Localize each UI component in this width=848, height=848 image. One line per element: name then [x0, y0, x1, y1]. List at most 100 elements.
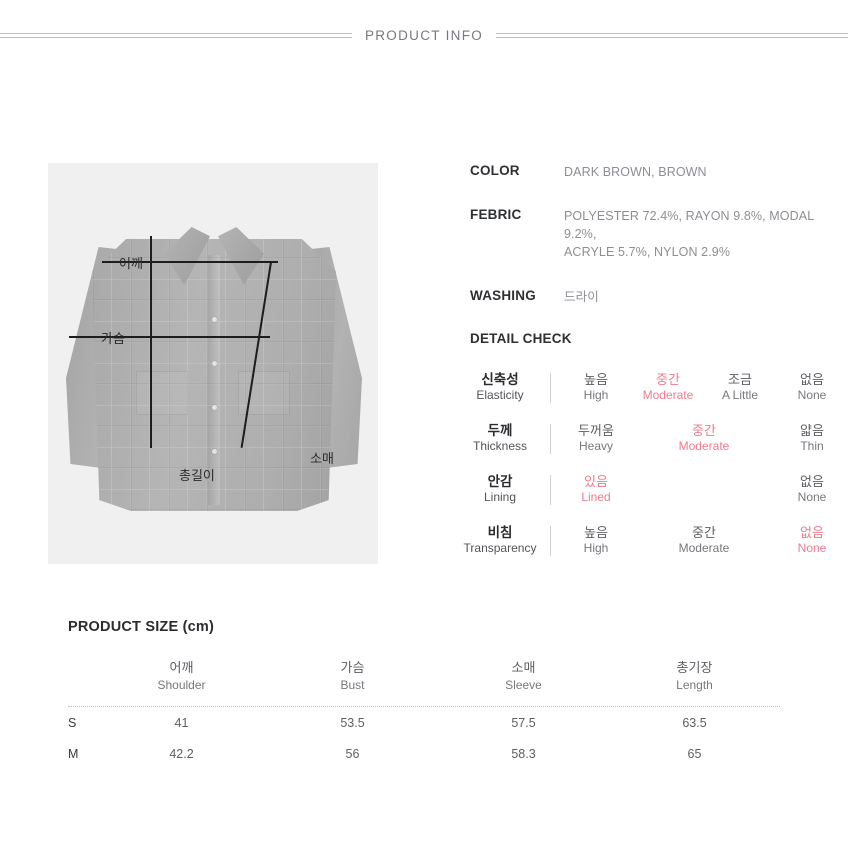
option-label-ko: 조금 — [728, 372, 752, 388]
detail-check-option: 높음 High — [560, 372, 632, 402]
size-column-header-ko: 어깨 — [169, 660, 194, 675]
option-label-en: Thin — [800, 439, 824, 454]
option-label-en: High — [583, 541, 609, 556]
detail-check-options: 두꺼움 Heavy 중간 Moderate 얇음 Thin — [560, 423, 848, 453]
detail-check-row: 비침 Transparency 높음 High 중간 Moderate 없음 None — [460, 515, 848, 566]
detail-check-separator — [540, 423, 560, 454]
option-label-ko: 중간 — [692, 525, 716, 541]
size-table-row: S 41 53.5 57.5 63.5 — [68, 707, 780, 738]
size-value: 63.5 — [682, 715, 707, 730]
detail-check-option-empty — [704, 474, 776, 504]
attribute-key: FEBRIC — [470, 207, 522, 223]
product-info-page: PRODUCT INFO 어깨 가슴 총길이 소매 COLOR DARK BRO… — [0, 0, 848, 848]
detail-check-label-en: Lining — [483, 490, 517, 505]
garment-button — [212, 317, 217, 322]
detail-check-options: 높음 High 중간 Moderate 없음 None — [560, 525, 848, 555]
size-value: 58.3 — [511, 746, 536, 761]
garment-button — [212, 405, 217, 410]
detail-check-label-ko: 두께 — [487, 422, 513, 438]
garment-button — [212, 449, 217, 454]
detail-check-label-en: Elasticity — [476, 388, 524, 403]
option-label-en: None — [797, 541, 827, 556]
detail-check-label-ko: 안감 — [487, 473, 513, 489]
measure-line-length — [150, 236, 152, 448]
detail-check-option-empty — [632, 474, 704, 504]
attribute-key: COLOR — [470, 163, 520, 178]
detail-check-option: 조금 A Little — [704, 372, 776, 402]
detail-check-options: 있음 Lined 없음 None — [560, 474, 848, 504]
detail-check-label: 안감 Lining — [460, 474, 540, 505]
option-label-en: A Little — [721, 388, 759, 403]
attribute-row-washing: WASHING 드라이 — [470, 288, 848, 306]
option-label-en: None — [797, 490, 827, 505]
option-label-en: Moderate — [678, 541, 730, 556]
size-column-header: 어깨 Shoulder — [96, 660, 267, 693]
size-column-header-en: Sleeve — [505, 677, 542, 692]
detail-check-option: 높음 High — [560, 525, 632, 555]
option-label-en: Moderate — [642, 388, 694, 403]
option-label-en: None — [797, 388, 827, 403]
measure-label-bust: 가슴 — [101, 332, 125, 347]
size-table-row: M 42.2 56 58.3 65 — [68, 738, 780, 769]
detail-check-option: 없음 None — [776, 474, 848, 504]
option-label-ko: 중간 — [656, 372, 680, 388]
size-table-header: 어깨 Shoulder 가슴 Bust 소매 Sleeve 총기장 Length — [68, 660, 780, 706]
option-label-en: Lined — [581, 490, 611, 505]
detail-check-separator — [540, 525, 560, 556]
detail-check-option: 두꺼움 Heavy — [560, 423, 632, 453]
detail-check-table: 신축성 Elasticity 높음 High 중간 Moderate 조금 A Little 없… — [460, 362, 848, 566]
detail-check-label-ko: 신축성 — [481, 371, 519, 387]
detail-check-label: 비침 Transparency — [460, 525, 540, 556]
header-rule-left — [0, 33, 352, 38]
measure-label-shoulder: 어깨 — [119, 257, 143, 272]
attribute-value: POLYESTER 72.4%, RAYON 9.8%, MODAL 9.2%,… — [564, 209, 814, 260]
header-rule-right — [496, 33, 848, 38]
option-label-ko: 높음 — [584, 525, 608, 541]
attribute-value: DARK BROWN, BROWN — [564, 165, 707, 179]
detail-check-option: 있음 Lined — [560, 474, 632, 504]
size-header-spacer — [68, 660, 96, 693]
detail-check-label-en: Transparency — [463, 541, 537, 556]
size-column-header: 총기장 Length — [609, 660, 780, 693]
detail-check-label-en: Thickness — [472, 439, 528, 454]
garment-button — [212, 361, 217, 366]
product-attributes: COLOR DARK BROWN, BROWN FEBRIC POLYESTER… — [470, 163, 848, 332]
size-value: 56 — [345, 746, 360, 761]
option-label-ko: 없음 — [800, 372, 824, 388]
attribute-key: WASHING — [470, 287, 536, 303]
option-label-ko: 얇음 — [800, 423, 824, 439]
product-photo: 어깨 가슴 총길이 소매 — [48, 163, 378, 564]
option-label-ko: 없음 — [800, 474, 824, 490]
size-column-header-ko: 총기장 — [676, 660, 713, 675]
measure-line-bust — [69, 336, 270, 338]
size-column-header-ko: 가슴 — [340, 660, 365, 675]
detail-check-option: 얇음 Thin — [776, 423, 848, 453]
size-column-header-ko: 소매 — [511, 660, 536, 675]
option-label-ko: 있음 — [584, 474, 608, 490]
detail-check-option: 중간 Moderate — [632, 525, 776, 555]
detail-check-options: 높음 High 중간 Moderate 조금 A Little 없음 None — [560, 372, 848, 402]
detail-check-option: 중간 Moderate — [632, 372, 704, 402]
size-value: 41 — [174, 715, 189, 730]
attribute-value: 드라이 — [564, 289, 599, 304]
size-column-header: 소매 Sleeve — [438, 660, 609, 693]
detail-check-label: 신축성 Elasticity — [460, 372, 540, 403]
size-column-header-en: Length — [676, 677, 713, 692]
product-size-title: PRODUCT SIZE (cm) — [68, 619, 214, 635]
section-header: PRODUCT INFO — [0, 28, 848, 43]
size-value: 57.5 — [511, 715, 536, 730]
size-table-body: S 41 53.5 57.5 63.5 M 42.2 56 58.3 65 — [68, 707, 780, 769]
detail-check-option: 없음 None — [776, 372, 848, 402]
detail-check-label: 두께 Thickness — [460, 423, 540, 454]
garment-pocket-left — [136, 371, 188, 415]
detail-check-separator — [540, 372, 560, 403]
option-label-en: Moderate — [678, 439, 730, 454]
size-value: 42.2 — [169, 746, 194, 761]
attribute-row-febric: FEBRIC POLYESTER 72.4%, RAYON 9.8%, MODA… — [470, 207, 848, 261]
size-value: 65 — [687, 746, 702, 761]
detail-check-option: 없음 None — [776, 525, 848, 555]
size-column-header: 가슴 Bust — [267, 660, 438, 693]
detail-check-row: 두께 Thickness 두꺼움 Heavy 중간 Moderate 얇음 Thin — [460, 413, 848, 464]
size-column-header-en: Bust — [340, 677, 365, 692]
page-title: PRODUCT INFO — [364, 28, 484, 43]
